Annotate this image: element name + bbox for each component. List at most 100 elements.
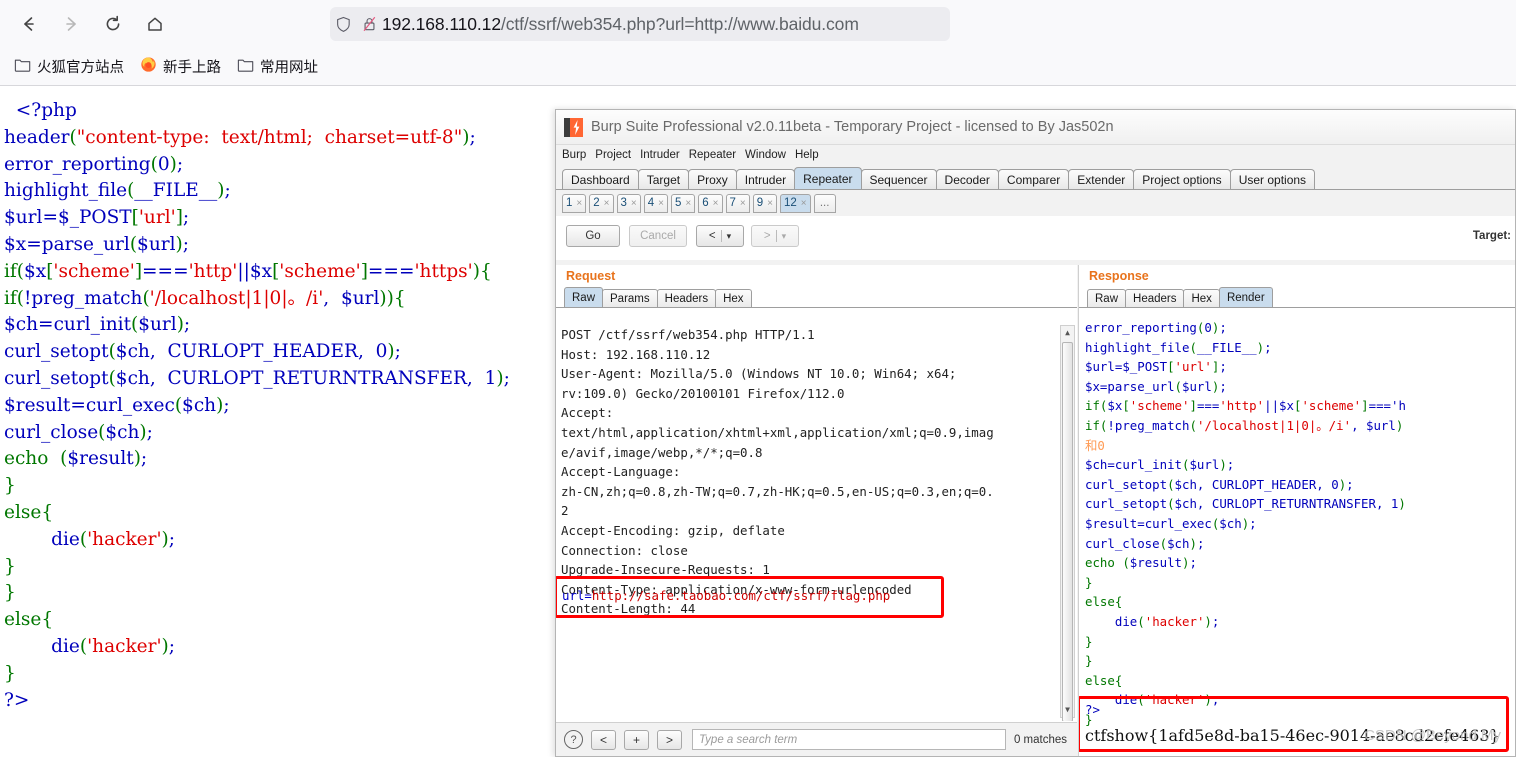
find-next-button[interactable]: > [657, 729, 682, 750]
bookmark-item-1[interactable]: 新手上路 [134, 54, 227, 80]
home-icon[interactable] [138, 7, 172, 41]
url-host: 192.168.110.12 [382, 13, 501, 34]
tab-project-options[interactable]: Project options [1133, 169, 1231, 189]
tab-proxy[interactable]: Proxy [688, 169, 737, 189]
close-icon[interactable]: × [658, 198, 664, 209]
menu-item-window[interactable]: Window [745, 149, 786, 161]
repeater-tab-1[interactable]: 1 × [562, 193, 587, 213]
repeater-tab-9[interactable]: 9 × [752, 193, 777, 213]
request-scrollbar[interactable]: ▲ ▼ [1060, 325, 1075, 721]
menu-item-help[interactable]: Help [795, 149, 819, 161]
response-header-label: Response [1089, 269, 1149, 283]
back-arrow-icon[interactable] [12, 7, 46, 41]
repeater-tab-label: 1 [566, 197, 573, 209]
response-tab-hex[interactable]: Hex [1183, 289, 1220, 307]
tab-repeater[interactable]: Repeater [794, 167, 862, 189]
forward-arrow-icon[interactable] [54, 7, 88, 41]
prev-request-button[interactable]: < ▾ [696, 225, 744, 247]
scroll-down-icon[interactable]: ▼ [1061, 703, 1074, 717]
repeater-tab-3[interactable]: 3 × [616, 193, 641, 213]
folder-icon [14, 57, 31, 77]
response-rendered-code: error_reporting(0); highlight_file(__FIL… [1085, 322, 1406, 727]
close-icon[interactable]: × [740, 198, 746, 209]
cancel-button: Cancel [629, 225, 687, 247]
burp-window-title: Burp Suite Professional v2.0.11beta - Te… [591, 119, 1114, 135]
request-view-tabs: Raw Params Headers Hex [556, 286, 1077, 308]
find-add-button[interactable]: + [624, 729, 649, 750]
request-header-label: Request [566, 269, 616, 283]
repeater-tab-label: 9 [756, 197, 764, 209]
response-editor[interactable]: error_reporting(0); highlight_file(__FIL… [1079, 322, 1515, 756]
next-glyph: > [763, 230, 771, 242]
request-tab-raw[interactable]: Raw [564, 287, 604, 307]
repeater-panes: Request Raw Params Headers Hex POST /ctf/ss… [556, 265, 1515, 756]
response-tab-raw[interactable]: Raw [1087, 289, 1127, 307]
prev-glyph: < [708, 230, 716, 242]
response-tab-headers[interactable]: Headers [1125, 289, 1185, 307]
close-icon[interactable]: × [576, 198, 582, 209]
address-bar-text: 192.168.110.12/ctf/ssrf/web354.php?url=h… [382, 14, 859, 35]
reload-icon[interactable] [96, 7, 130, 41]
search-input[interactable]: Type a search term [692, 729, 1006, 750]
go-button[interactable]: Go [566, 225, 620, 247]
bookmark-item-0[interactable]: 火狐官方站点 [8, 54, 130, 80]
repeater-tab-2[interactable]: 2 × [589, 193, 614, 213]
bookmark-item-2[interactable]: 常用网址 [231, 54, 324, 80]
php-source-listing: <?php header("content-type: text/html; c… [4, 100, 510, 711]
screenshot-root: 192.168.110.12/ctf/ssrf/web354.php?url=h… [0, 0, 1516, 757]
find-prev-button[interactable]: < [591, 729, 616, 750]
tab-extender[interactable]: Extender [1068, 169, 1135, 189]
burp-titlebar: Burp Suite Professional v2.0.11beta - Te… [556, 110, 1515, 145]
bookmarks-bar: 火狐官方站点 新手上路 常用网址 [0, 48, 1516, 85]
scroll-up-icon[interactable]: ▲ [1061, 326, 1074, 340]
tab-target[interactable]: Target [637, 169, 690, 189]
broken-lock-icon[interactable] [356, 15, 382, 33]
tab-dashboard[interactable]: Dashboard [562, 169, 639, 189]
repeater-tab-label: 6 [702, 197, 709, 209]
shield-icon[interactable] [330, 16, 356, 33]
request-editor[interactable]: POST /ctf/ssrf/web354.php HTTP/1.1 Host:… [556, 322, 1077, 721]
menu-item-project[interactable]: Project [595, 149, 631, 161]
close-icon[interactable]: × [801, 198, 807, 209]
repeater-tab-label: 5 [675, 197, 682, 209]
close-icon[interactable]: × [685, 198, 691, 209]
repeater-tab-7[interactable]: 7 × [725, 193, 750, 213]
burp-logo-icon [564, 117, 583, 137]
bookmark-label: 火狐官方站点 [37, 60, 124, 76]
response-tab-render[interactable]: Render [1218, 287, 1273, 307]
close-icon[interactable]: × [713, 198, 719, 209]
repeater-tab-5[interactable]: 5 × [671, 193, 696, 213]
request-tab-headers[interactable]: Headers [656, 289, 717, 307]
repeater-tab-4[interactable]: 4 × [643, 193, 668, 213]
search-placeholder: Type a search term [699, 733, 798, 746]
repeater-tab-12[interactable]: 12 × [780, 193, 811, 213]
burp-main-tabs: Dashboard Target Proxy Intruder Repeater Sequ… [556, 165, 1515, 190]
request-find-bar: ? < + > Type a search term 0 matches [556, 722, 1077, 756]
tab-user-options[interactable]: User options [1229, 169, 1316, 189]
request-tab-hex[interactable]: Hex [715, 289, 752, 307]
tab-comparer[interactable]: Comparer [997, 169, 1070, 189]
help-icon[interactable]: ? [564, 730, 583, 749]
repeater-tab-6[interactable]: 6 × [698, 193, 723, 213]
close-icon[interactable]: × [604, 198, 610, 209]
repeater-tab-label: 7 [729, 197, 736, 209]
response-pane: Response Raw Headers Hex Render error_repor… [1078, 265, 1515, 756]
address-bar[interactable]: 192.168.110.12/ctf/ssrf/web354.php?url=h… [330, 7, 950, 41]
tab-decoder[interactable]: Decoder [935, 169, 999, 189]
close-icon[interactable]: × [631, 198, 637, 209]
flag-highlight-box [1079, 696, 1509, 752]
menu-item-burp[interactable]: Burp [562, 149, 586, 161]
menu-item-repeater[interactable]: Repeater [689, 149, 736, 161]
tab-intruder[interactable]: Intruder [735, 169, 796, 189]
tab-sequencer[interactable]: Sequencer [860, 169, 937, 189]
repeater-toolbar: Go Cancel < ▾ > ▾ Target: [556, 216, 1515, 260]
repeater-tab-label: 4 [647, 197, 655, 209]
menu-item-intruder[interactable]: Intruder [640, 149, 680, 161]
request-tab-params[interactable]: Params [602, 289, 658, 307]
scrollbar-thumb[interactable] [1062, 342, 1073, 721]
repeater-tab-overflow[interactable]: ... [813, 193, 836, 213]
chevron-down-icon: ▾ [726, 230, 732, 241]
close-icon[interactable]: × [767, 198, 773, 209]
browser-chrome: 192.168.110.12/ctf/ssrf/web354.php?url=h… [0, 0, 1516, 86]
bookmark-label: 常用网址 [260, 60, 318, 76]
